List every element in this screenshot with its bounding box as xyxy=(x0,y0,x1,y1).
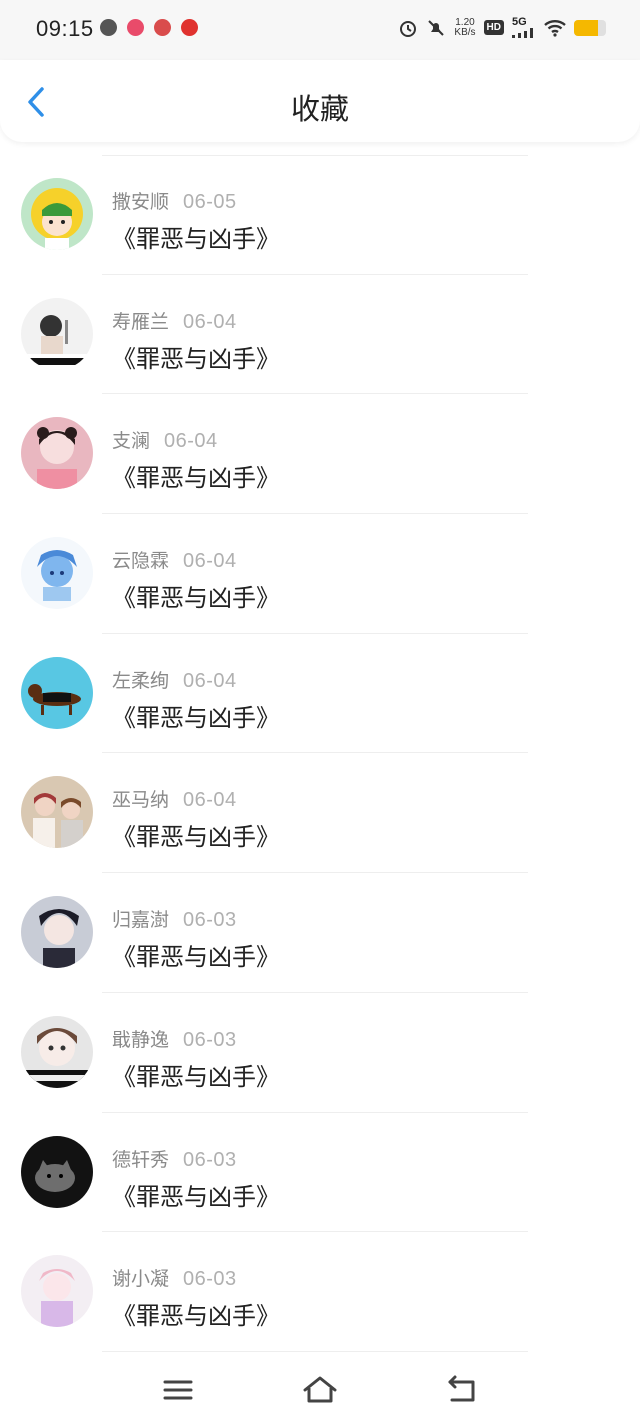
page-title: 收藏 xyxy=(290,92,349,126)
user-name: 戢静逸 xyxy=(112,1028,170,1051)
user-name: 寿雁兰 xyxy=(112,310,170,333)
favorite-title: 《罪恶与凶手》 xyxy=(112,1302,280,1331)
avatar[interactable] xyxy=(21,896,93,969)
item-date: 06-05 xyxy=(183,191,237,213)
favorite-title: 《罪恶与凶手》 xyxy=(112,225,280,253)
item-meta: 云隐霖 06-04 xyxy=(112,546,237,573)
item-date: 06-04 xyxy=(164,430,218,453)
list-item[interactable]: 左柔绚 06-04 《罪恶与凶手》 xyxy=(0,634,640,754)
hd-badge: HD xyxy=(483,20,504,35)
header: 收藏 xyxy=(0,60,640,142)
user-name: 支澜 xyxy=(112,430,151,453)
status-app-icons xyxy=(100,19,198,36)
item-date: 06-03 xyxy=(183,1148,237,1171)
avatar[interactable] xyxy=(21,776,93,849)
item-date: 06-04 xyxy=(183,669,237,692)
item-meta: 支澜 06-04 xyxy=(112,426,218,453)
menu-button[interactable] xyxy=(158,1373,198,1407)
user-name: 撒安顺 xyxy=(112,191,170,213)
avatar[interactable] xyxy=(21,656,93,729)
back-nav-button[interactable] xyxy=(442,1373,482,1407)
music-app-icon xyxy=(100,19,117,36)
user-name: 巫马纳 xyxy=(112,789,170,812)
net-speed-value: 1.20 xyxy=(455,16,475,28)
item-meta: 戢静逸 06-03 xyxy=(112,1025,237,1052)
favorite-title: 《罪恶与凶手》 xyxy=(112,464,280,493)
net-speed-unit: KB/s xyxy=(454,26,476,38)
item-meta: 寿雁兰 06-04 xyxy=(112,307,237,334)
avatar[interactable] xyxy=(21,537,93,610)
favorite-title: 《罪恶与凶手》 xyxy=(112,823,280,852)
wifi-icon xyxy=(544,19,566,37)
avatar[interactable] xyxy=(21,1015,93,1088)
list-item[interactable]: 巫马纳 06-04 《罪恶与凶手》 xyxy=(0,753,640,874)
item-date: 06-04 xyxy=(183,789,237,812)
status-bar: 09:15 1.20 KB/s HD 5G xyxy=(0,0,640,60)
status-time: 09:15 xyxy=(36,16,94,41)
battery-icon xyxy=(574,19,606,36)
favorite-title: 《罪恶与凶手》 xyxy=(112,1062,280,1091)
user-name: 归嘉澍 xyxy=(112,909,170,932)
system-nav-bar xyxy=(0,1355,640,1427)
favorite-title: 《罪恶与凶手》 xyxy=(112,584,280,613)
list-item[interactable]: 谢小凝 06-03 《罪恶与凶手》 xyxy=(0,1232,640,1352)
item-date: 06-03 xyxy=(183,909,237,932)
list-item[interactable]: 德轩秀 06-03 《罪恶与凶手》 xyxy=(0,1113,640,1233)
favorites-list: 撒安顺 06-05 《罪恶与凶手》 寿雁兰 06-04 《罪恶与凶手》 支澜 06-04 《罪恶… xyxy=(0,155,640,1352)
item-meta: 谢小凝 06-03 xyxy=(112,1264,237,1291)
item-meta: 巫马纳 06-04 xyxy=(112,785,237,812)
user-name: 德轩秀 xyxy=(112,1148,170,1171)
list-divider xyxy=(102,1350,528,1352)
status-right: 1.20 KB/s HD 5G xyxy=(398,17,606,38)
home-button[interactable] xyxy=(300,1373,340,1407)
tiktok-app-icon xyxy=(127,19,144,36)
alarm-icon xyxy=(400,20,417,37)
list-item[interactable]: 寿雁兰 06-04 《罪恶与凶手》 xyxy=(0,275,640,395)
item-date: 06-03 xyxy=(183,1028,237,1051)
network-type: 5G xyxy=(512,16,527,28)
list-item[interactable]: 归嘉澍 06-03 《罪恶与凶手》 xyxy=(0,873,640,993)
user-name: 左柔绚 xyxy=(112,669,170,692)
net-speed: 1.20 KB/s xyxy=(454,16,476,38)
list-item[interactable]: 撒安顺 06-05 《罪恶与凶手》 xyxy=(0,155,640,275)
item-meta: 德轩秀 06-03 xyxy=(112,1145,237,1172)
map-app-icon xyxy=(154,19,171,36)
item-meta: 归嘉澍 06-03 xyxy=(112,905,237,932)
favorite-title: 《罪恶与凶手》 xyxy=(112,943,280,972)
back-icon xyxy=(448,1375,475,1402)
mute-icon xyxy=(428,19,445,36)
signal-icon xyxy=(512,28,533,38)
item-meta: 左柔绚 06-04 xyxy=(112,666,237,693)
item-date: 06-03 xyxy=(183,1268,237,1291)
avatar[interactable] xyxy=(21,1255,93,1328)
favorite-title: 《罪恶与凶手》 xyxy=(112,703,280,732)
favorite-title: 《罪恶与凶手》 xyxy=(112,1182,280,1211)
menu-icon xyxy=(163,1380,193,1400)
user-name: 谢小凝 xyxy=(112,1268,170,1291)
avatar[interactable] xyxy=(21,178,93,250)
item-meta: 撒安顺 06-05 xyxy=(112,187,237,214)
avatar[interactable] xyxy=(21,417,93,490)
avatar[interactable] xyxy=(21,297,93,370)
list-item[interactable]: 云隐霖 06-04 《罪恶与凶手》 xyxy=(0,514,640,634)
avatar[interactable] xyxy=(21,1135,93,1208)
item-date: 06-04 xyxy=(183,310,237,333)
item-date: 06-04 xyxy=(183,550,237,573)
favorite-title: 《罪恶与凶手》 xyxy=(112,344,280,373)
signal-indicator: 5G xyxy=(512,17,536,38)
list-item[interactable]: 戢静逸 06-03 《罪恶与凶手》 xyxy=(0,993,640,1113)
video-app-icon xyxy=(181,19,198,36)
user-name: 云隐霖 xyxy=(112,550,170,573)
list-item[interactable]: 支澜 06-04 《罪恶与凶手》 xyxy=(0,394,640,515)
battery-fill xyxy=(574,19,598,36)
home-icon xyxy=(303,1376,337,1403)
